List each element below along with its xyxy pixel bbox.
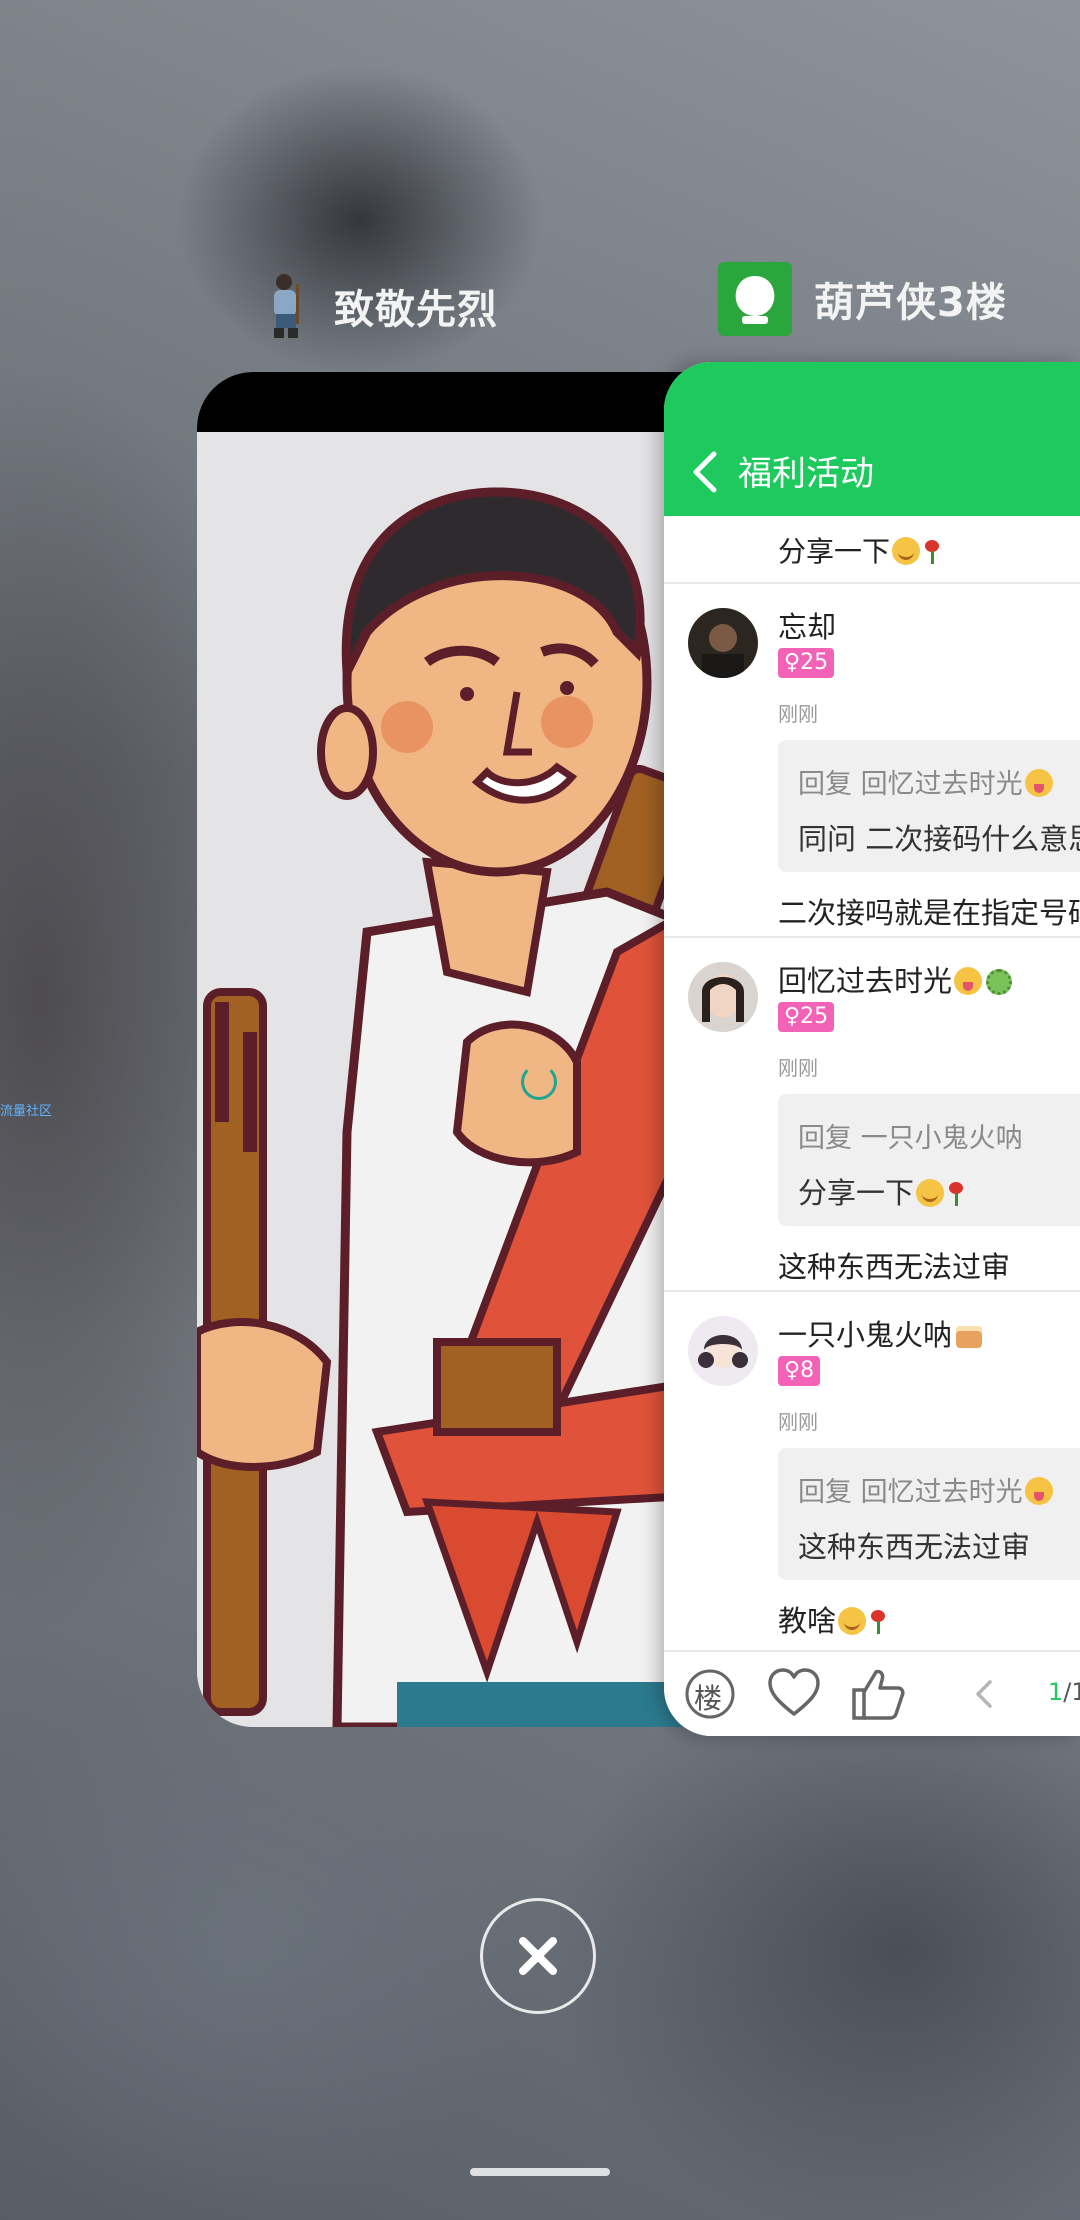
thumbs-up-icon	[852, 1669, 905, 1720]
task-app-name: 致敬先烈	[334, 287, 498, 333]
quote-header-label: 回复 回忆过去时光	[798, 769, 1023, 800]
quote-body-label: 分享一下	[798, 1176, 915, 1210]
task-label-huluxia[interactable]: 葫芦侠3楼	[718, 262, 1007, 336]
reply-text: 这种东西无法过审	[778, 1250, 1011, 1284]
page-current: 1	[1048, 1678, 1064, 1706]
gender-age-badge: ♀25	[778, 648, 835, 678]
quote-header: 回复 回忆过去时光	[798, 1470, 1053, 1509]
smile-emoji-icon	[838, 1607, 867, 1635]
page-title: 福利活动	[738, 454, 874, 494]
commenter-name[interactable]: 一只小鬼火呐	[778, 1312, 983, 1354]
task-app-name: 葫芦侠3楼	[814, 280, 1007, 326]
reply-text: 二次接吗就是在指定号码	[778, 896, 1080, 930]
reply-text: 教啥	[778, 1598, 888, 1640]
smile-emoji-icon	[892, 537, 921, 565]
avatar[interactable]	[688, 608, 758, 678]
favorite-button[interactable]	[766, 1666, 822, 1722]
quote-header-label: 回复 回忆过去时光	[798, 1477, 1023, 1508]
task-card-huluxia[interactable]: 福利活动 分享一下 忘却 ♀25 刚刚 回复 回忆过去时光 同问 二次接码什么意…	[664, 362, 1080, 1736]
soldier-app-icon	[262, 270, 312, 342]
quoted-reply: 回复 回忆过去时光 这种东西无法过审	[778, 1448, 1080, 1580]
comment-item[interactable]: 一只小鬼火呐 ♀8 刚刚 回复 回忆过去时光 这种东西无法过审 教啥	[664, 1292, 1080, 1646]
gender-age-badge: ♀25	[778, 1002, 835, 1032]
rose-emoji-icon	[946, 1182, 966, 1206]
heart-icon	[768, 1668, 820, 1716]
comment-time: 刚刚	[778, 1410, 818, 1434]
commenter-name-label: 回忆过去时光	[778, 964, 953, 998]
rose-emoji-icon	[922, 540, 942, 564]
quote-header: 回复 一只小鬼火呐	[798, 1123, 1023, 1154]
side-community-link[interactable]: 流量社区	[0, 1100, 52, 1119]
prev-page-button[interactable]	[966, 1666, 1002, 1722]
commenter-name-label: 一只小鬼火呐	[778, 1318, 953, 1352]
top-reply-label: 分享一下	[778, 535, 891, 568]
forum-header: 福利活动	[664, 362, 1080, 516]
gender-age-badge: ♀8	[778, 1356, 821, 1386]
floor-icon-label: 楼	[694, 1682, 723, 1715]
top-reply-text: 分享一下	[778, 530, 942, 570]
avatar[interactable]	[688, 1316, 758, 1386]
quote-body: 同问 二次接码什么意思	[798, 822, 1080, 856]
smile-emoji-icon	[916, 1179, 945, 1207]
close-icon	[519, 1937, 557, 1975]
comment-item[interactable]: 回忆过去时光 ♀25 刚刚 回复 一只小鬼火呐 分享一下 这种东西无法过审	[664, 938, 1080, 1292]
tongue-emoji-icon	[1024, 769, 1053, 797]
quoted-reply: 回复 一只小鬼火呐 分享一下	[778, 1094, 1080, 1226]
quote-header: 回复 回忆过去时光	[798, 762, 1053, 801]
cake-emoji-icon	[956, 1326, 983, 1348]
floor-button[interactable]: 楼	[682, 1666, 738, 1722]
chevron-left-icon	[693, 451, 717, 493]
comment-time: 刚刚	[778, 702, 818, 726]
avatar[interactable]	[688, 962, 758, 1032]
home-indicator[interactable]	[470, 2168, 610, 2176]
virus-emoji-icon	[986, 969, 1013, 995]
quote-body: 这种东西无法过审	[798, 1530, 1031, 1564]
page-indicator: 1/1	[1048, 1678, 1080, 1706]
comment-time: 刚刚	[778, 1056, 818, 1080]
commenter-name[interactable]: 忘却	[778, 604, 836, 646]
task-label-zhijing[interactable]: 致敬先烈	[262, 270, 498, 342]
tongue-emoji-icon	[954, 967, 983, 995]
huluxia-app-icon	[718, 262, 792, 336]
reply-label: 教啥	[778, 1604, 837, 1638]
rose-emoji-icon	[868, 1610, 888, 1634]
loading-spinner	[521, 1064, 557, 1100]
tongue-emoji-icon	[1024, 1477, 1053, 1505]
like-button[interactable]	[850, 1666, 906, 1722]
quote-body: 分享一下	[798, 1170, 966, 1212]
clear-all-button[interactable]	[480, 1898, 596, 2014]
chevron-left-icon	[976, 1680, 992, 1708]
commenter-name[interactable]: 回忆过去时光	[778, 958, 1013, 1000]
page-total: /1	[1063, 1678, 1080, 1706]
quoted-reply: 回复 回忆过去时光 同问 二次接码什么意思	[778, 740, 1080, 872]
forum-bottom-bar: 楼 1/1	[664, 1650, 1080, 1736]
back-button[interactable]	[688, 450, 724, 494]
comment-feed[interactable]: 分享一下 忘却 ♀25 刚刚 回复 回忆过去时光 同问 二次接码什么意思 二次接…	[664, 516, 1080, 1652]
comment-item[interactable]: 忘却 ♀25 刚刚 回复 回忆过去时光 同问 二次接码什么意思 二次接吗就是在指…	[664, 584, 1080, 938]
